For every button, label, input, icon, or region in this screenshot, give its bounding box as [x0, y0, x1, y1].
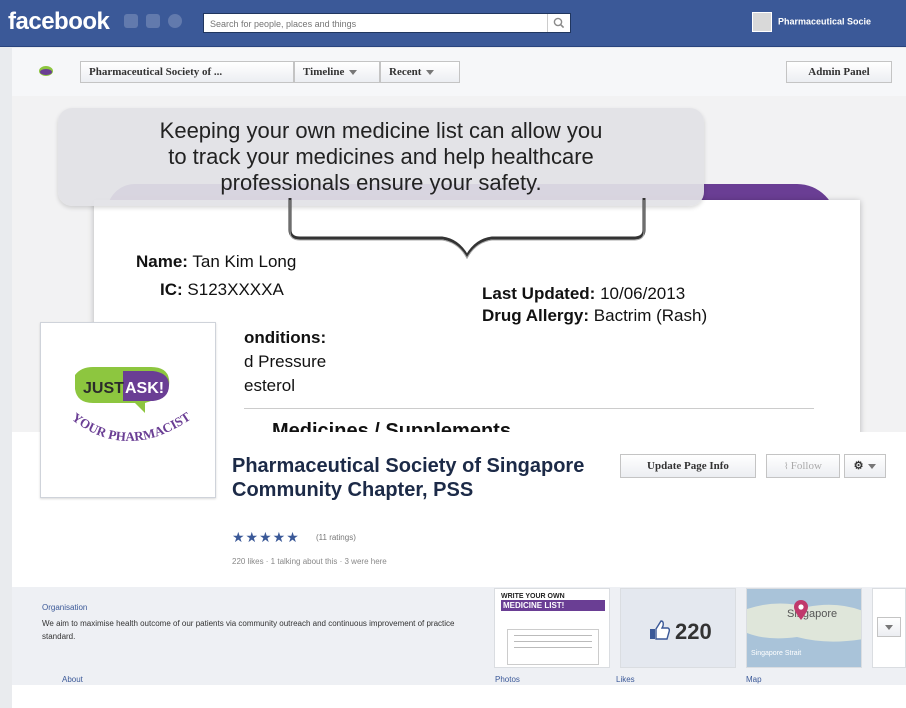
page-bottom-area — [12, 685, 906, 708]
map-tile[interactable]: Singapore Singapore Strait — [746, 588, 862, 668]
map-pin-icon — [794, 600, 808, 620]
logo-pharmacist-text: YOUR PHARMACIST — [69, 409, 193, 444]
just-ask-logo: JUST ASK! YOUR PHARMACIST — [69, 367, 193, 444]
ic-label: IC: — [160, 280, 183, 299]
curly-bracket-icon — [288, 198, 646, 260]
update-page-info-label: Update Page Info — [647, 460, 729, 472]
page-category[interactable]: Organisation — [42, 603, 87, 612]
map-link[interactable]: Map — [746, 675, 762, 684]
admin-panel-button[interactable]: Admin Panel — [786, 61, 892, 83]
page-icon — [39, 66, 53, 76]
condition-item: esterol — [244, 376, 296, 395]
drug-allergy-label: Drug Allergy: — [482, 306, 590, 325]
drug-allergy-row: Drug Allergy: Bactrim (Rash) — [482, 306, 707, 326]
photo-thumb-form — [507, 629, 599, 665]
page-stats: 220 likes · 1 talking about this · 3 wer… — [232, 557, 387, 566]
profile-picture[interactable]: JUST ASK! YOUR PHARMACIST — [40, 322, 216, 498]
update-page-info-button[interactable]: Update Page Info — [620, 454, 756, 478]
name-label: Name: — [136, 252, 188, 271]
last-updated-row: Last Updated: 10/06/2013 — [482, 284, 685, 304]
thumbs-up-icon — [650, 620, 671, 640]
timeline-dropdown[interactable]: Timeline — [294, 61, 380, 83]
top-bar: facebook Pharmaceutical Socie — [0, 0, 906, 47]
logo-ask-text: ASK! — [125, 380, 164, 397]
recent-dropdown[interactable]: Recent — [380, 61, 460, 83]
page-name-button[interactable]: Pharmaceutical Society of ... — [80, 61, 294, 83]
medicines-heading: Medicines / Supplements — [272, 420, 511, 432]
callout-text: Keeping your own medicine list can allow… — [58, 118, 704, 196]
chevron-down-icon — [426, 69, 435, 75]
callout-line: professionals ensure your safety. — [220, 170, 542, 195]
ratings-count[interactable]: (11 ratings) — [316, 533, 356, 542]
search-icon[interactable] — [552, 16, 566, 30]
page-name-label: Pharmaceutical Society of ... — [89, 66, 223, 78]
chevron-down-icon — [349, 69, 358, 75]
recent-label: Recent — [389, 66, 422, 78]
facebook-logo[interactable]: facebook — [8, 8, 110, 36]
likes-link[interactable]: Likes — [616, 675, 635, 684]
follow-button[interactable]: ⌇ Follow — [766, 454, 840, 478]
page-nav-bar: Pharmaceutical Society of ... Timeline R… — [12, 48, 906, 96]
chevron-down-icon — [868, 463, 877, 469]
follow-label: Follow — [790, 460, 822, 472]
conditions-heading: onditions: — [244, 328, 327, 347]
page-switcher-label: Pharmaceutical Socie — [778, 16, 872, 27]
more-apps-tile — [872, 588, 906, 668]
page-avatar-icon — [752, 12, 772, 32]
page-description: We aim to maximise health outcome of our… — [42, 619, 455, 641]
likes-tile[interactable]: 220 — [620, 588, 736, 668]
photo-thumb-text: MEDICINE LIST! — [501, 600, 605, 611]
gear-icon: ⚙ — [853, 460, 864, 472]
rating-stars[interactable]: ★★★★★ — [232, 529, 300, 546]
notifications-icon[interactable] — [168, 14, 182, 28]
admin-panel-label: Admin Panel — [808, 66, 870, 78]
photo-thumb-header: WRITE YOUR OWN MEDICINE LIST! — [501, 593, 605, 621]
condition-item: d Pressure — [244, 352, 327, 371]
callout-line: to track your medicines and help healthc… — [168, 144, 594, 169]
chevron-down-icon — [885, 624, 893, 630]
photos-link[interactable]: Photos — [495, 675, 520, 684]
search-divider — [547, 14, 548, 32]
page-switcher[interactable]: Pharmaceutical Socie — [752, 12, 871, 34]
friend-requests-icon[interactable] — [124, 14, 138, 28]
rss-icon: ⌇ — [784, 461, 791, 471]
last-updated-value: 10/06/2013 — [600, 284, 686, 303]
drug-allergy-value: Bactrim (Rash) — [593, 306, 708, 325]
name-value: Tan Kim Long — [192, 252, 297, 271]
paper-divider — [244, 408, 814, 409]
info-callout-bubble: Keeping your own medicine list can allow… — [58, 108, 704, 206]
map-label: Singapore Strait — [751, 650, 801, 657]
logo-just-text: JUST — [83, 380, 124, 397]
more-apps-dropdown[interactable] — [877, 617, 901, 637]
timeline-label: Timeline — [303, 66, 345, 78]
photo-thumb-text: WRITE YOUR OWN — [501, 593, 565, 600]
name-row: Name: Tan Kim Long — [136, 252, 296, 272]
last-updated-label: Last Updated: — [482, 284, 596, 303]
likes-count: 220 — [675, 619, 712, 644]
settings-dropdown[interactable]: ⚙ — [844, 454, 886, 478]
ic-value: S123XXXXA — [187, 280, 284, 299]
page-title[interactable]: Pharmaceutical Society of Singapore Comm… — [232, 454, 612, 502]
about-link[interactable]: About — [62, 675, 83, 684]
callout-line: Keeping your own medicine list can allow… — [159, 118, 603, 143]
photos-tile[interactable]: WRITE YOUR OWN MEDICINE LIST! — [494, 588, 610, 668]
search-box[interactable] — [203, 13, 571, 33]
ic-row: IC: S123XXXXA — [160, 280, 284, 300]
search-input[interactable] — [204, 15, 546, 33]
messages-icon[interactable] — [146, 14, 160, 28]
